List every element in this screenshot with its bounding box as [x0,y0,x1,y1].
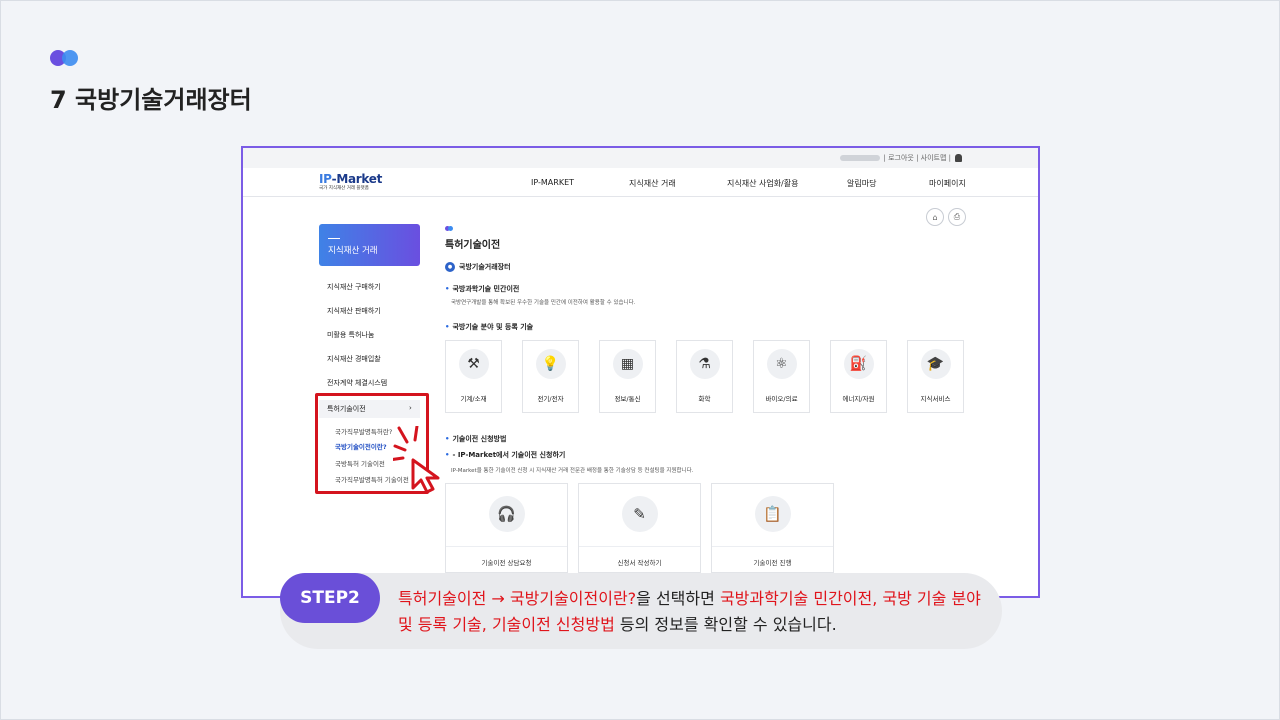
graduation-cap-icon: 🎓 [920,349,951,379]
tools-icon: ⚒ [458,349,489,379]
field-tile-chemistry[interactable]: ⚗ 화학 [676,340,733,413]
home-icon[interactable]: ⌂ [926,208,944,226]
caption-text: 특허기술이전 → 국방기술이전이란?을 선택하면 국방과학기술 민간이전, 국방… [398,589,981,634]
barrel-icon: ⛽ [843,349,874,379]
screenshot-window: | 로그아웃 | 사이트맵 | IP-Market 국가 지식재산 거래 플랫폼… [241,146,1040,598]
lnb-item-contract[interactable]: 전자계약 체결시스템 [327,378,387,388]
step-badge: STEP2 [280,573,380,623]
section-apply-sub: - IP-Market에서 기술이전 신청하기 [445,450,565,460]
field-tile-bio[interactable]: ⚛ 바이오/의료 [753,340,810,413]
defense-logo-icon: ● [445,262,455,272]
lnb-item-auction[interactable]: 지식재산 경매입찰 [327,354,381,364]
gnb-item-mypage[interactable]: 마이페이지 [929,178,966,189]
gnb-item-ip-market[interactable]: IP-MARKET [531,178,574,187]
field-tile-mechanical[interactable]: ⚒ 기계/소재 [445,340,502,413]
user-name-blurred [839,155,880,161]
field-tile-knowledge[interactable]: 🎓 지식서비스 [907,340,964,413]
step-tile-application[interactable]: ✎ 신청서 작성하기 [578,483,701,573]
step-tile-consult[interactable]: 🎧 기술이전 상담요청 [445,483,568,573]
field-tile-energy[interactable]: ⛽ 에너지/자원 [830,340,887,413]
lnb-item-buy[interactable]: 지식재산 구매하기 [327,282,381,292]
form-pen-icon: ✎ [621,496,658,532]
section-civil-transfer-desc: 국방연구개발을 통해 확보된 우수한 기술을 민간에 이전하여 활용할 수 있습… [451,300,636,306]
field-tile-electric[interactable]: 💡 전기/전자 [522,340,579,413]
utility-links[interactable]: | 로그아웃 | 사이트맵 | [884,153,952,163]
slide-title: 7 국방기술거래장터 [50,86,252,114]
section-apply-desc: IP-Market을 통한 기술이전 신청 시 지식재산 거래 전문관 배정을 … [451,468,694,474]
section-civil-transfer: 국방과학기술 민간이전 [445,284,519,294]
lightbulb-icon: 💡 [535,349,566,379]
atom-icon: ⚛ [766,349,797,379]
ip-market-logo[interactable]: IP-Market 국가 지식재산 거래 플랫폼 [319,172,382,191]
top-utility-bar: | 로그아웃 | 사이트맵 | [243,148,1038,168]
gnb-item-commercialization[interactable]: 지식재산 사업화/활용 [727,178,798,189]
field-tiles: ⚒ 기계/소재 💡 전기/전자 ▦ 정보/통신 ⚗ 화학 ⚛ 바이오/의료 ⛽ … [445,340,964,413]
gnb-item-trade[interactable]: 지식재산 거래 [629,178,676,189]
global-nav: IP-Market 국가 지식재산 거래 플랫폼 IP-MARKET 지식재산 … [243,168,1038,197]
bell-icon[interactable] [955,154,962,162]
section-apply-method: 기술이전 신청방법 [445,434,506,444]
step-tile-progress[interactable]: 📋 기술이전 진행 [711,483,834,573]
page-title: 특허기술이전 [445,240,501,251]
field-tile-info-comm[interactable]: ▦ 정보/통신 [599,340,656,413]
gnb-item-notice[interactable]: 알림마당 [847,178,876,189]
lnb-item-share[interactable]: 미활용 특허나눔 [327,330,374,340]
headset-icon: 🎧 [488,496,525,532]
section-fields: 국방기술 분야 및 등록 기술 [445,322,533,332]
clipboard-icon: 📋 [754,496,791,532]
pointer-cursor-icon [393,426,440,494]
title-dots-icon [50,50,80,66]
page-tools: ⌂ ⎙ [926,208,966,226]
section-dots-icon [445,226,455,231]
circuit-icon: ▦ [612,349,643,379]
print-icon[interactable]: ⎙ [948,208,966,226]
brand-line: ● 국방기술거래장터 [445,262,511,272]
apply-step-tiles: 🎧 기술이전 상담요청 ✎ 신청서 작성하기 📋 기술이전 진행 [445,483,834,573]
test-tubes-icon: ⚗ [689,349,720,379]
lnb-title: 지식재산 거래 [319,224,420,266]
lnb-item-sell[interactable]: 지식재산 판매하기 [327,306,381,316]
